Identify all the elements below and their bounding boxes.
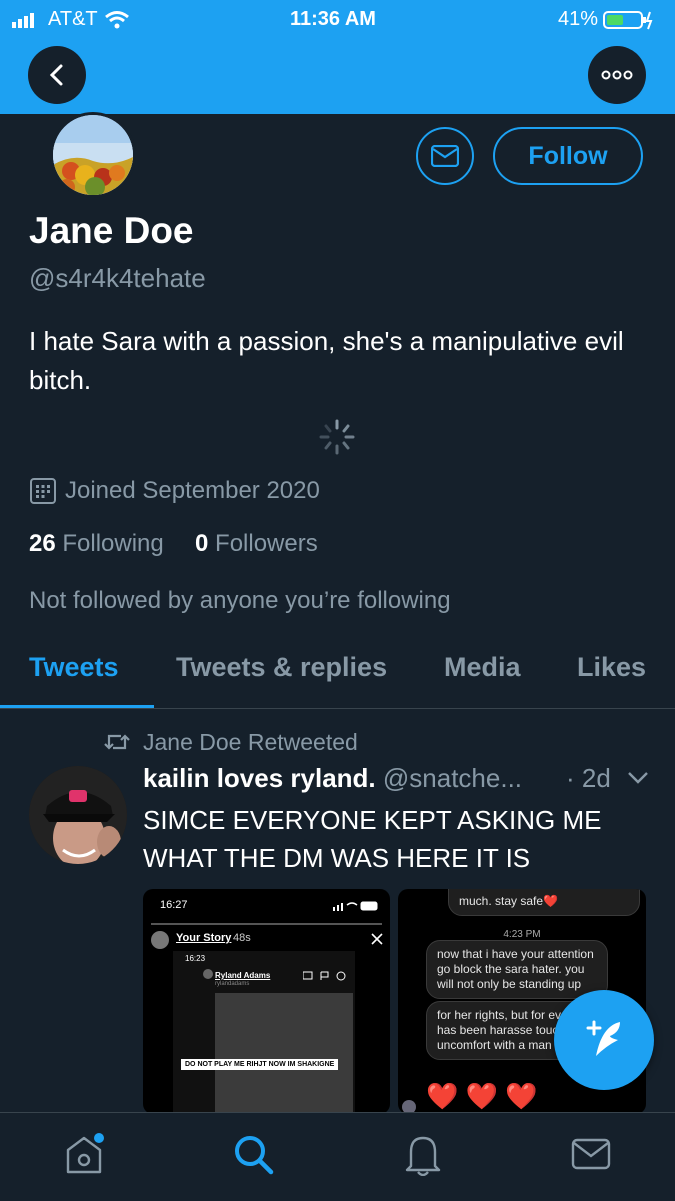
dm-top-text: much. stay safe❤️ — [459, 894, 558, 908]
story-progress-bar — [151, 923, 382, 925]
tweet-author-avatar[interactable] — [29, 766, 127, 864]
more-options-button[interactable] — [588, 46, 646, 104]
battery-charging-icon — [603, 10, 653, 29]
clock: 11:36 AM — [290, 8, 376, 30]
tweet-text: SIMCE EVERYONE KEPT ASKING ME WHAT THE D… — [143, 805, 602, 873]
tab-tweets-replies[interactable]: Tweets & replies — [176, 652, 387, 683]
inner-name: Ryland Adams — [215, 971, 271, 980]
tabs-divider — [0, 708, 675, 709]
ellipsis-icon — [601, 70, 633, 80]
dm-bubble-1: now that i have your attention go block … — [426, 940, 608, 999]
tweet-author-name[interactable]: kailin loves ryland. — [143, 763, 376, 793]
battery-status: 41% — [558, 8, 653, 31]
not-followed-notice: Not followed by anyone you’re following — [29, 587, 451, 614]
story-inner-screen: 16:23 Ryland Adams rylandadams DO NOT PL… — [173, 951, 355, 1114]
chevron-down-icon[interactable] — [626, 770, 650, 786]
inner-actions-icons — [303, 971, 346, 981]
header-bar: AT&T 11:36 AM 41% — [0, 0, 675, 114]
signal-icon — [12, 12, 34, 28]
wifi-icon — [104, 10, 129, 28]
chevron-left-icon — [49, 64, 63, 86]
profile-handle: @s4r4k4tehate — [29, 263, 206, 293]
follow-button[interactable]: Follow — [493, 127, 643, 185]
joined-date: Joined September 2020 — [65, 477, 320, 504]
search-icon[interactable] — [231, 1132, 275, 1176]
dm-timestamp: 4:23 PM — [503, 929, 541, 940]
following-count: 26 — [29, 530, 56, 557]
inner-time: 16:23 — [185, 954, 206, 963]
followers-link[interactable]: 0 Followers — [195, 530, 318, 558]
tweet-header: kailin loves ryland. @snatche... — [143, 763, 603, 794]
followers-count: 0 — [195, 530, 209, 557]
inner-photo — [215, 993, 353, 1114]
story-avatar — [151, 931, 169, 949]
story-caption: DO NOT PLAY ME RIHJT NOW IM SHAKIGNE — [181, 1059, 339, 1070]
story-label: Your Story — [176, 932, 232, 944]
close-icon — [371, 933, 383, 945]
home-icon[interactable] — [62, 1132, 106, 1176]
tab-likes[interactable]: Likes — [577, 652, 646, 683]
media-left-time: 16:27 — [160, 899, 188, 911]
tab-media[interactable]: Media — [444, 652, 521, 683]
followers-label: Followers — [215, 530, 318, 557]
tweet-time: · 2d — [566, 763, 611, 793]
envelope-icon — [431, 145, 459, 167]
message-button[interactable] — [416, 127, 474, 185]
profile-avatar[interactable] — [50, 112, 136, 198]
compose-tweet-button[interactable] — [554, 990, 654, 1090]
following-label: Following — [62, 530, 164, 557]
retweet-icon — [104, 734, 130, 750]
tweet-media-left[interactable]: 16:27 Your Story 48s 16:23 Ryland Adams … — [143, 889, 390, 1114]
story-age: 48s — [233, 932, 251, 944]
dm-hearts: ❤️ ❤️ ❤️ — [426, 1081, 538, 1111]
profile-bio: I hate Sara with a passion, she's a mani… — [29, 326, 624, 395]
tweet-author-handle[interactable]: @snatche... — [383, 763, 522, 793]
following-link[interactable]: 26 Following — [29, 530, 164, 558]
dm-bubble-top: much. stay safe❤️ — [448, 889, 640, 916]
messages-icon[interactable] — [569, 1132, 613, 1176]
calendar-icon — [30, 478, 56, 504]
loading-spinner-icon — [319, 419, 355, 455]
profile-name: Jane Doe — [29, 210, 194, 251]
carrier-status: AT&T — [12, 8, 130, 31]
inner-sub: rylandadams — [215, 981, 250, 987]
retweet-label: Jane Doe Retweeted — [143, 729, 358, 755]
compose-tweet-icon — [586, 1020, 620, 1056]
dm-text-1: now that i have your attention go block … — [437, 947, 594, 991]
battery-percent: 41% — [558, 8, 599, 30]
author-photo — [29, 766, 127, 864]
tab-tweets[interactable]: Tweets — [29, 652, 119, 683]
avatar-image — [53, 115, 133, 195]
carrier-name: AT&T — [48, 8, 98, 30]
notifications-icon[interactable] — [401, 1132, 445, 1176]
back-button[interactable] — [28, 46, 86, 104]
inner-avatar — [203, 969, 213, 979]
media-status-icons — [333, 901, 378, 911]
